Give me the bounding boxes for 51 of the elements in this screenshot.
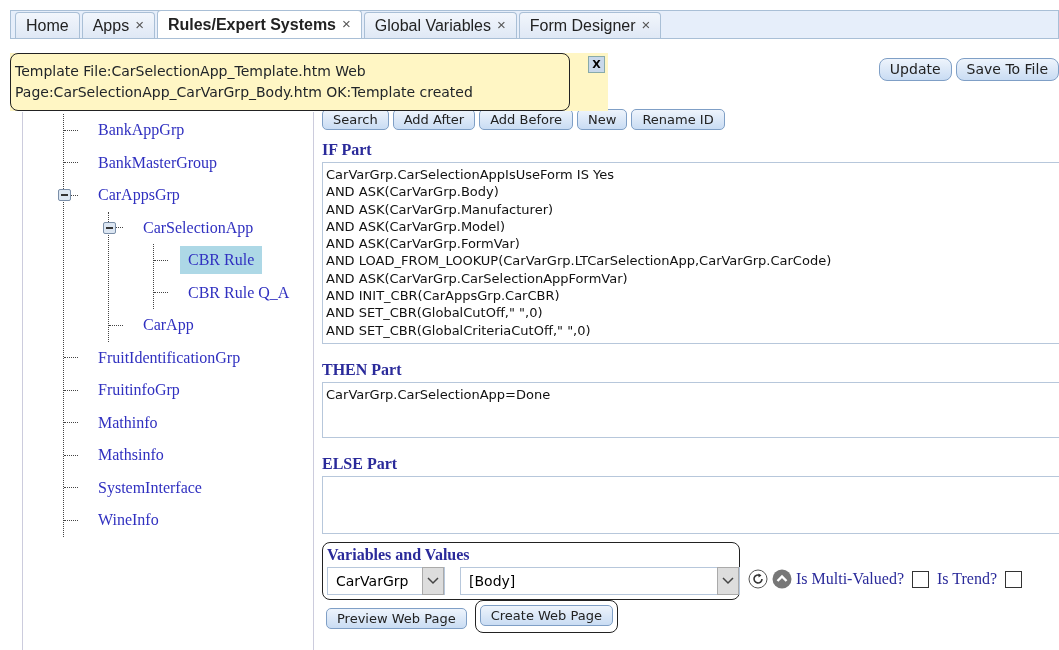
refresh-icon[interactable]: [748, 569, 768, 589]
collapse-icon[interactable]: [103, 221, 116, 234]
notification-message: Template File:CarSelectionApp_Template.htm Web Page:CarSelectionApp_CarVarGrp_Body.htm OK:Template created: [10, 53, 570, 111]
toolbar-button[interactable]: Add Before: [479, 109, 573, 130]
close-button[interactable]: X: [588, 56, 605, 73]
toolbar-button[interactable]: New: [577, 109, 628, 130]
tab[interactable]: Global Variables ×: [363, 12, 517, 38]
trend-checkbox[interactable]: [1005, 570, 1022, 588]
then-part-field[interactable]: CarVarGrp.CarSelectionApp=Done: [322, 382, 1059, 438]
tree-item[interactable]: FruitIdentificationGrp: [90, 343, 249, 372]
tree-item[interactable]: CBR Rule: [180, 246, 263, 275]
tree-item[interactable]: CarApp: [135, 311, 202, 340]
tab[interactable]: Rules/Expert Systems ×: [156, 10, 362, 38]
else-part-field[interactable]: [322, 476, 1059, 534]
tab[interactable]: Apps ×: [81, 12, 155, 38]
tab-close-button[interactable]: ×: [641, 14, 651, 37]
caret-icon: [722, 577, 734, 585]
tab[interactable]: Home: [15, 12, 80, 38]
action-button[interactable]: Update: [878, 58, 952, 81]
tree-item[interactable]: Mathsinfo: [90, 441, 172, 470]
tree-item[interactable]: BankAppGrp: [90, 116, 193, 145]
checkbox-label: Is Trend?: [937, 569, 997, 589]
action-button[interactable]: Save To File: [955, 58, 1059, 81]
tree-item[interactable]: SystemInterface: [90, 473, 210, 502]
section-label: THEN Part: [322, 360, 403, 380]
tree-item[interactable]: CarSelectionApp: [135, 213, 262, 242]
tree-item[interactable]: CarAppsGrp: [90, 181, 188, 210]
caret-icon: [427, 577, 439, 585]
tab[interactable]: Form Designer ×: [518, 12, 662, 38]
tab-close-button[interactable]: ×: [135, 14, 144, 37]
tree-item[interactable]: BankMasterGroup: [90, 148, 226, 177]
section-label: IF Part: [322, 140, 373, 160]
if-part-field[interactable]: CarVarGrp.CarSelectionAppIsUseForm IS Yes AND ASK(CarVarGrp.Body) AND ASK(CarVarGrp.Manufacturer) AND ASK(CarVarGrp.Model) AND ASK(CarVarGrp.FormVar) AND LOAD_FROM_LOOKUP(CarVarGrp.LTCarSelectionApp,CarVarGrp.CarCode) AND ASK(CarVarGrp.CarSelectionAppFormVar) AND INIT_CBR(CarAppsGrp.CarCBR) AND SET_CBR(GlobalCutOff," ",0) AND SET_CBR(GlobalCriteriaCutOff," ",0): [322, 162, 1059, 344]
collapse-icon[interactable]: [58, 189, 71, 202]
tab-close-button[interactable]: ×: [497, 14, 506, 37]
tree-item[interactable]: WineInfo: [90, 506, 167, 535]
tree-item[interactable]: Mathinfo: [90, 408, 166, 437]
toolbar-button[interactable]: Search: [322, 109, 389, 130]
action-button[interactable]: Create Web Page: [479, 605, 613, 626]
up-chevron-icon[interactable]: [772, 569, 792, 589]
tree-item[interactable]: CBR Rule Q_A: [180, 278, 298, 307]
toolbar-button[interactable]: Add After: [392, 109, 476, 130]
action-button[interactable]: Preview Web Page: [326, 608, 467, 629]
section-label: ELSE Part: [322, 454, 399, 474]
toolbar-button[interactable]: Rename ID: [631, 109, 725, 130]
section-label: Variables and Values: [327, 545, 471, 565]
tab-close-button[interactable]: ×: [342, 13, 351, 36]
tree-item[interactable]: FruitinfoGrp: [90, 376, 188, 405]
variable-select[interactable]: [Body]: [460, 567, 740, 595]
multi-valued-checkbox[interactable]: [912, 570, 929, 588]
checkbox-label: Is Multi-Valued?: [796, 569, 904, 589]
